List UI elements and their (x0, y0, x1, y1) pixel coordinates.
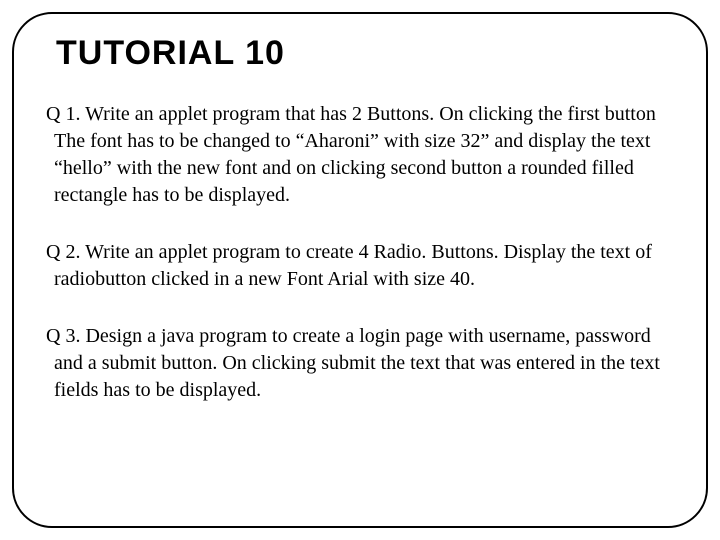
page-title: TUTORIAL 10 (56, 34, 674, 73)
question-1: Q 1. Write an applet program that has 2 … (46, 101, 674, 209)
question-2: Q 2. Write an applet program to create 4… (46, 239, 674, 293)
question-3: Q 3. Design a java program to create a l… (46, 323, 674, 404)
slide-frame: TUTORIAL 10 Q 1. Write an applet program… (12, 12, 708, 528)
